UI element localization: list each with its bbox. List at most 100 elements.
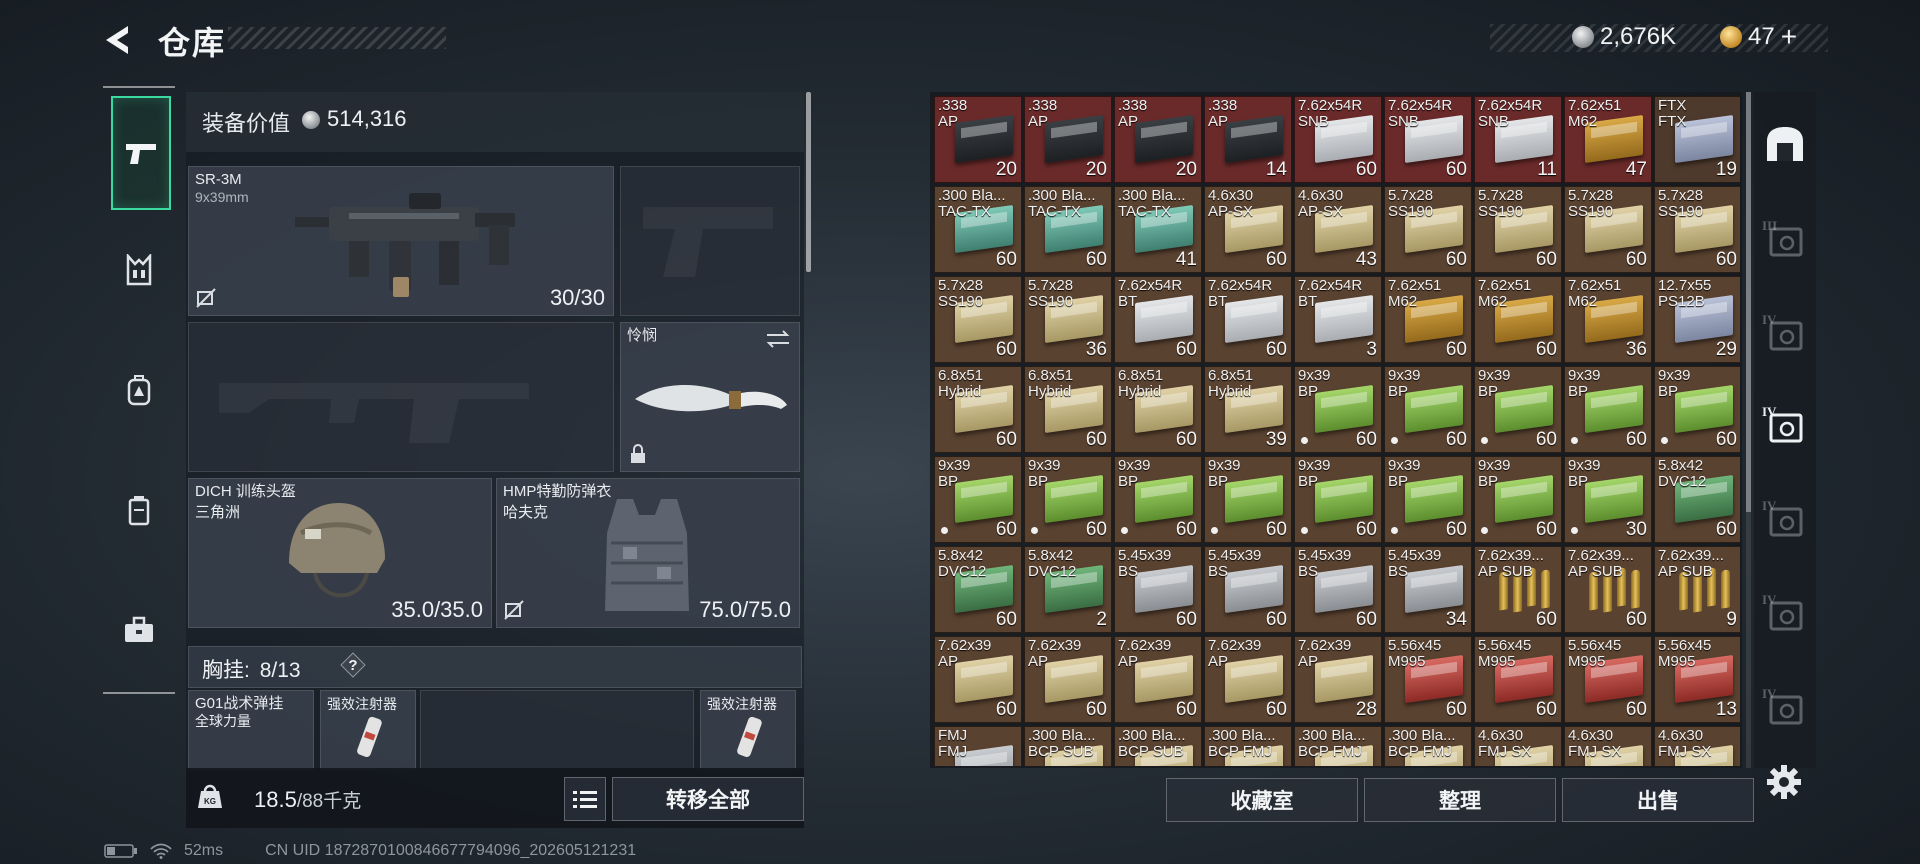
ammo-item[interactable]: 5.7x28 SS190 60 — [1384, 186, 1472, 273]
ammo-item[interactable]: 5.45x39 BS 34 — [1384, 546, 1472, 633]
ammo-item[interactable]: 5.56x45 M995 60 — [1474, 636, 1562, 723]
ammo-item[interactable]: 7.62x54R BT 60 — [1114, 276, 1202, 363]
container-slot[interactable]: III — [1762, 218, 1808, 264]
ammo-item[interactable]: 5.8x42 DVC12 2 — [1024, 546, 1112, 633]
ammo-item[interactable]: 5.7x28 SS190 60 — [934, 276, 1022, 363]
ammo-item[interactable]: 7.62x51 M62 36 — [1564, 276, 1652, 363]
ammo-item[interactable]: .300 Bla... BCP FMJ — [1204, 726, 1292, 766]
ammo-item[interactable]: .300 Bla... BCP FMJ — [1294, 726, 1382, 766]
ammo-item[interactable]: .338 AP 20 — [1114, 96, 1202, 183]
ammo-item[interactable]: 9x39 BP 60 — [1024, 456, 1112, 543]
ammo-item[interactable]: 12.7x55 PS12B 29 — [1654, 276, 1740, 363]
ammo-item[interactable]: 4.6x30 FMJ SX — [1654, 726, 1740, 766]
container-slot[interactable]: IV — [1762, 312, 1808, 358]
ammo-item[interactable]: 5.7x28 SS190 60 — [1564, 186, 1652, 273]
ammo-item[interactable]: 7.62x39... AP SUB 9 — [1654, 546, 1740, 633]
ammo-item[interactable]: 5.8x42 DVC12 60 — [1654, 456, 1740, 543]
ammo-item[interactable]: 9x39 BP 60 — [1564, 366, 1652, 453]
ammo-item[interactable]: 5.56x45 M995 60 — [1564, 636, 1652, 723]
ammo-item[interactable]: 7.62x39... AP SUB 60 — [1564, 546, 1652, 633]
ammo-item[interactable]: 5.56x45 M995 13 — [1654, 636, 1740, 723]
tab-safebox[interactable] — [115, 606, 163, 654]
ammo-item[interactable]: 7.62x39... AP SUB 60 — [1474, 546, 1562, 633]
ammo-item[interactable]: 7.62x39 AP 60 — [934, 636, 1022, 723]
tab-weapons[interactable] — [111, 96, 171, 210]
sort-button[interactable]: 整理 — [1364, 778, 1556, 822]
ammo-item[interactable]: 4.6x30 AP-SX 60 — [1204, 186, 1292, 273]
secondary-weapon-slot[interactable] — [188, 322, 614, 472]
armor-slot[interactable]: HMP特勤防弹衣 哈夫克 75.0/75.0 — [496, 478, 800, 628]
container-slot[interactable]: IV — [1762, 498, 1808, 544]
ammo-item[interactable]: FMJ FMJ — [934, 726, 1022, 766]
back-arrow-icon[interactable] — [100, 20, 140, 60]
tab-backpack[interactable] — [115, 366, 163, 414]
vest-empty-slot[interactable] — [420, 690, 694, 770]
ammo-item[interactable]: 9x39 BP 60 — [1384, 366, 1472, 453]
ammo-item[interactable]: .338 AP 14 — [1204, 96, 1292, 183]
ammo-item[interactable]: 5.45x39 BS 60 — [1114, 546, 1202, 633]
ammo-item[interactable]: 7.62x39 AP 60 — [1204, 636, 1292, 723]
ammo-item[interactable]: 7.62x51 M62 60 — [1474, 276, 1562, 363]
ammo-item[interactable]: 4.6x30 FMJ SX — [1564, 726, 1652, 766]
ammo-item[interactable]: 9x39 BP 60 — [1204, 456, 1292, 543]
ammo-item[interactable]: .338 AP 20 — [1024, 96, 1112, 183]
ammo-item[interactable]: 9x39 BP 60 — [934, 456, 1022, 543]
ammo-item[interactable]: 5.45x39 BS 60 — [1204, 546, 1292, 633]
ammo-item[interactable]: 7.62x51 M62 47 — [1564, 96, 1652, 183]
collection-room-button[interactable]: 收藏室 — [1166, 778, 1358, 822]
ammo-item[interactable]: 7.62x54R SNB 60 — [1384, 96, 1472, 183]
swap-icon[interactable] — [765, 329, 791, 349]
ammo-item[interactable]: FTX FTX 19 — [1654, 96, 1740, 183]
ammo-item[interactable]: .338 AP 20 — [934, 96, 1022, 183]
tab-container[interactable] — [115, 486, 163, 534]
ammo-item[interactable]: 7.62x54R BT 3 — [1294, 276, 1382, 363]
ammo-item[interactable]: 9x39 BP 60 — [1384, 456, 1472, 543]
ammo-item[interactable]: 9x39 BP 60 — [1474, 366, 1562, 453]
ammo-item[interactable]: .300 Bla... BCP FMJ — [1384, 726, 1472, 766]
pistol-slot[interactable] — [620, 166, 800, 316]
ammo-item[interactable]: 7.62x51 M62 60 — [1384, 276, 1472, 363]
ammo-item[interactable]: .300 Bla... BCP SUB — [1114, 726, 1202, 766]
vest-item-slot[interactable]: 强效注射器 — [320, 690, 416, 770]
ammo-item[interactable]: 5.7x28 SS190 36 — [1024, 276, 1112, 363]
ammo-item[interactable]: .300 Bla... TAC-TX 60 — [934, 186, 1022, 273]
ammo-item[interactable]: 7.62x39 AP 60 — [1024, 636, 1112, 723]
ammo-item[interactable]: 9x39 BP 60 — [1474, 456, 1562, 543]
ammo-item[interactable]: 5.7x28 SS190 60 — [1474, 186, 1562, 273]
ammo-item[interactable]: 9x39 BP 30 — [1564, 456, 1652, 543]
add-currency-button[interactable]: + — [1781, 21, 1797, 53]
container-slot[interactable]: IV — [1762, 592, 1808, 638]
helmet-slot[interactable]: DICH 训练头盔 三角洲 35.0/35.0 — [188, 478, 492, 628]
ammo-item[interactable]: 5.56x45 M995 60 — [1384, 636, 1472, 723]
ammo-item[interactable]: .300 Bla... BCP SUB — [1024, 726, 1112, 766]
container-slot[interactable]: IV — [1762, 686, 1808, 732]
container-safe-box[interactable] — [1762, 122, 1808, 168]
ammo-item[interactable]: .300 Bla... TAC-TX 41 — [1114, 186, 1202, 273]
ammo-item[interactable]: 7.62x39 AP 28 — [1294, 636, 1382, 723]
sell-button[interactable]: 出售 — [1562, 778, 1754, 822]
transfer-all-button[interactable]: 转移全部 — [612, 777, 804, 821]
ammo-item[interactable]: 5.45x39 BS 60 — [1294, 546, 1382, 633]
ammo-item[interactable]: 4.6x30 FMJ SX — [1474, 726, 1562, 766]
ammo-item[interactable]: 7.62x54R BT 60 — [1204, 276, 1292, 363]
ammo-item[interactable]: 9x39 BP 60 — [1294, 366, 1382, 453]
ammo-item[interactable]: 7.62x54R SNB 11 — [1474, 96, 1562, 183]
tab-chest-rig[interactable] — [115, 246, 163, 294]
ammo-item[interactable]: 7.62x54R SNB 60 — [1294, 96, 1382, 183]
vest-item-slot[interactable]: 强效注射器 — [700, 690, 796, 770]
ammo-item[interactable]: 5.7x28 SS190 60 — [1654, 186, 1740, 273]
help-icon[interactable]: ? — [340, 652, 366, 678]
ammo-item[interactable]: 9x39 BP 60 — [1114, 456, 1202, 543]
ammo-item[interactable]: .300 Bla... TAC-TX 60 — [1024, 186, 1112, 273]
ammo-item[interactable]: 6.8x51 Hybrid 60 — [1114, 366, 1202, 453]
ammo-item[interactable]: 6.8x51 Hybrid 60 — [934, 366, 1022, 453]
ammo-item[interactable]: 7.62x39 AP 60 — [1114, 636, 1202, 723]
ammo-item[interactable]: 6.8x51 Hybrid 60 — [1024, 366, 1112, 453]
melee-slot[interactable]: 怜悯 — [620, 322, 800, 472]
stash-scrollbar-thumb[interactable] — [1746, 92, 1751, 512]
ammo-item[interactable]: 6.8x51 Hybrid 39 — [1204, 366, 1292, 453]
settings-gear-icon[interactable] — [1764, 762, 1804, 802]
container-slot[interactable]: IV — [1762, 404, 1808, 450]
list-view-button[interactable] — [564, 777, 606, 821]
equipment-scrollbar[interactable] — [806, 92, 811, 272]
